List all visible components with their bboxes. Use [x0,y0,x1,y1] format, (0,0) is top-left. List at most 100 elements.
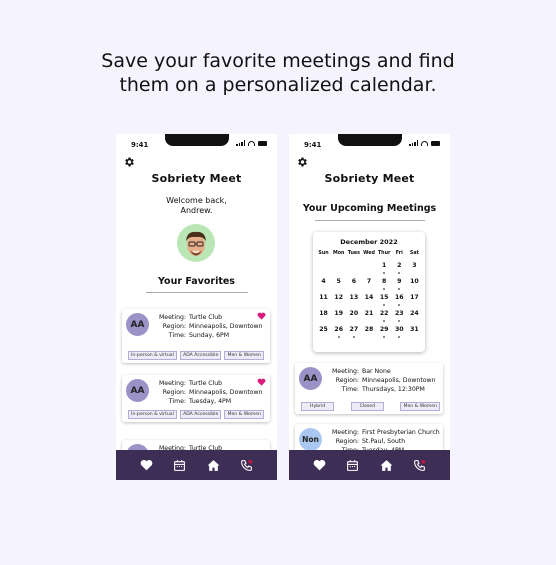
app-title: Sobriety Meet [324,172,415,185]
meeting-type-badge: AA [126,313,149,336]
calendar-weekday: Sun [318,251,329,256]
tag: Hybrid [301,402,335,411]
region-label: Region: [162,389,186,396]
heart-icon[interactable] [140,458,154,472]
notch [164,134,229,146]
calendar-day[interactable]: 28 [361,326,376,342]
calendar-day[interactable]: 31 [407,326,422,342]
meeting-type-badge: AA [126,379,149,402]
region-label: Region: [162,323,186,330]
calendar-day[interactable]: 1 [377,262,392,278]
status-icons [236,140,267,146]
home-icon[interactable] [206,458,220,472]
calendar-day[interactable]: 30 [392,326,407,342]
time-label: Time: [341,386,359,393]
favorite-card[interactable]: AA Meeting: Turtle Club Region: Minneapoli… [122,375,270,422]
gear-icon[interactable] [123,156,135,168]
calendar-day[interactable]: 3 [407,262,422,278]
calendar-day[interactable]: 11 [316,294,331,310]
tag: Men & Women [400,402,440,411]
battery-icon [431,140,440,146]
app-title: Sobriety Meet [151,172,242,185]
meeting-type-badge: AA [299,367,322,390]
status-time: 9:41 [131,141,149,149]
calendar-day[interactable]: 18 [316,310,331,326]
calendar-day[interactable]: 19 [331,310,346,326]
calendar-day[interactable]: 14 [361,294,376,310]
avatar[interactable] [177,224,215,262]
phone-calendar-screen: 9:41 Sobriety Meet Your Upcoming Meeting… [289,134,450,480]
favorites-title: Your Favorites [158,276,235,287]
calendar-day[interactable]: 6 [346,278,361,294]
time-label: Time: [168,398,186,405]
welcome-line1: Welcome back, [166,196,227,205]
meeting-details: Meeting: Turtle Club Region: Minneapolis, … [152,313,263,340]
calendar-day[interactable]: 13 [346,294,361,310]
upcoming-card[interactable]: AA Meeting: Bar None Region: Minneapolis, … [295,363,443,414]
calendar-day[interactable]: 29 [377,326,392,342]
calendar-day[interactable]: 23 [392,310,407,326]
calendar-day[interactable]: 26 [331,326,346,342]
calendar-day[interactable]: 2 [392,262,407,278]
calendar-weekday: Mon [332,251,345,256]
meeting-name: First Presbyterian Church [362,429,440,436]
tag: In-person & virtual [128,351,177,360]
status-icons [409,140,440,146]
region-label: Region: [335,438,359,445]
meeting-details: Meeting: Turtle Club Region: Minneapolis, … [152,379,263,406]
gear-icon[interactable] [296,156,308,168]
welcome-text: Welcome back, Andrew. [116,196,277,216]
calendar-weekday: Sat [409,251,419,256]
home-icon[interactable] [379,458,393,472]
calendar-day[interactable]: 16 [392,294,407,310]
tag: ADA Accessible [180,410,222,419]
welcome-line2: Andrew. [180,206,213,215]
calendar-day[interactable]: 21 [361,310,376,326]
tag: Men & Women [224,410,264,419]
calendar-weekday: Wed [363,251,375,256]
meeting-label: Meeting: [158,314,186,321]
meeting-region: Minneapolis, Downtown [189,323,263,330]
tag: In-person & virtual [128,410,177,419]
calendar-day[interactable]: 20 [346,310,361,326]
calendar-day[interactable]: 12 [331,294,346,310]
calendar-day[interactable]: 24 [407,310,422,326]
calendar-day[interactable]: 9 [392,278,407,294]
tag-list: In-person & virtual ADA Accessible Men &… [128,410,264,419]
calendar-day[interactable]: 7 [361,278,376,294]
tag: ADA Accessible [180,351,222,360]
divider [146,292,248,293]
calendar-day[interactable]: 17 [407,294,422,310]
calendar-day[interactable]: 27 [346,326,361,342]
calendar-widget: December 2022 Sun Mon Tues Wed Thur Fri Sat 1 2 3… [313,232,425,352]
meeting-time: Thursdays, 12:30PM [362,386,425,393]
calendar-empty-cell [331,262,346,278]
calendar-day[interactable]: 22 [377,310,392,326]
calendar-day[interactable]: 4 [316,278,331,294]
meeting-name: Turtle Club [189,380,223,387]
calendar-icon[interactable] [346,458,360,472]
heart-icon[interactable] [257,312,266,320]
meeting-label: Meeting: [158,380,186,387]
heart-icon[interactable] [313,458,327,472]
meeting-time: Sunday, 6PM [189,332,230,339]
tag-list: Hybrid Closed Men & Women [301,402,440,411]
favorite-card[interactable]: AA Meeting: Turtle Club Region: Minneapoli… [122,309,270,363]
calendar-icon[interactable] [173,458,187,472]
calendar-day[interactable]: 5 [331,278,346,294]
calendar-day[interactable]: 15 [377,294,392,310]
tag-list: In-person & virtual ADA Accessible Men &… [128,351,264,360]
region-label: Region: [335,377,359,384]
wifi-icon [421,140,428,146]
phone-icon[interactable] [239,458,253,472]
status-time: 9:41 [304,141,322,149]
calendar-day[interactable]: 8 [377,278,392,294]
phone-favorites-screen: 9:41 Sobriety Meet Welcome back, Andrew.… [116,134,277,480]
calendar-day[interactable]: 25 [316,326,331,342]
divider [315,220,425,221]
meeting-name: Turtle Club [189,314,223,321]
calendar-day[interactable]: 10 [407,278,422,294]
heart-icon[interactable] [257,378,266,386]
phone-icon[interactable] [412,458,426,472]
notch [337,134,402,146]
